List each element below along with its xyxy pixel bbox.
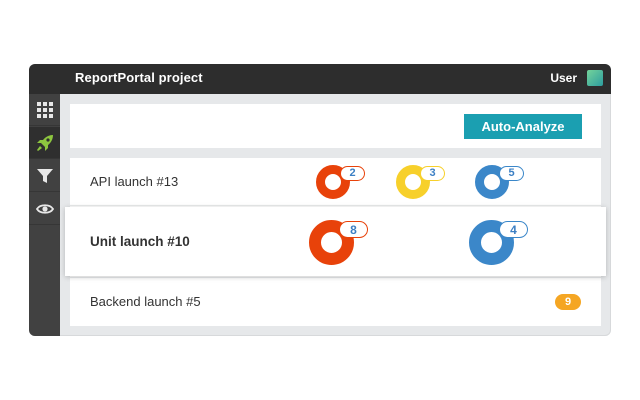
sidebar-item-dashboard[interactable] xyxy=(29,94,60,126)
sidebar-item-debug[interactable] xyxy=(29,193,60,225)
filter-icon xyxy=(36,168,53,183)
left-sidebar xyxy=(29,94,60,336)
launch-row[interactable]: API launch #13 2 3 5 xyxy=(70,158,601,206)
launch-name[interactable]: API launch #13 xyxy=(90,174,178,189)
sidebar-item-launches[interactable] xyxy=(29,127,60,159)
top-header-bar: ReportPortal project User xyxy=(29,64,611,94)
launch-name[interactable]: Backend launch #5 xyxy=(90,294,201,309)
eye-icon xyxy=(35,203,54,214)
sidebar-item-filters[interactable] xyxy=(29,160,60,192)
user-avatar[interactable] xyxy=(587,70,603,86)
to-investigate-badge[interactable]: 9 xyxy=(555,294,581,310)
actions-toolbar: Auto-Analyze xyxy=(70,104,601,148)
system-issue-count[interactable]: 4 xyxy=(499,221,528,238)
launch-row[interactable]: Backend launch #5 9 xyxy=(70,277,601,326)
grid-icon xyxy=(36,101,53,118)
launch-name[interactable]: Unit launch #10 xyxy=(90,234,190,249)
launch-row-highlighted[interactable]: Unit launch #10 8 4 xyxy=(65,207,606,276)
project-title: ReportPortal project xyxy=(75,70,203,85)
rocket-icon xyxy=(36,134,53,151)
report-portal-window: ReportPortal project User Auto-Analyze A… xyxy=(29,64,611,336)
product-bug-count[interactable]: 2 xyxy=(340,166,365,181)
automation-bug-count[interactable]: 3 xyxy=(420,166,445,181)
user-menu-label[interactable]: User xyxy=(550,71,577,85)
system-issue-count[interactable]: 5 xyxy=(499,166,524,181)
auto-analyze-button[interactable]: Auto-Analyze xyxy=(464,114,582,139)
product-bug-count[interactable]: 8 xyxy=(339,221,368,238)
launch-list: API launch #13 2 3 5 Unit launch #10 8 4… xyxy=(65,158,606,326)
